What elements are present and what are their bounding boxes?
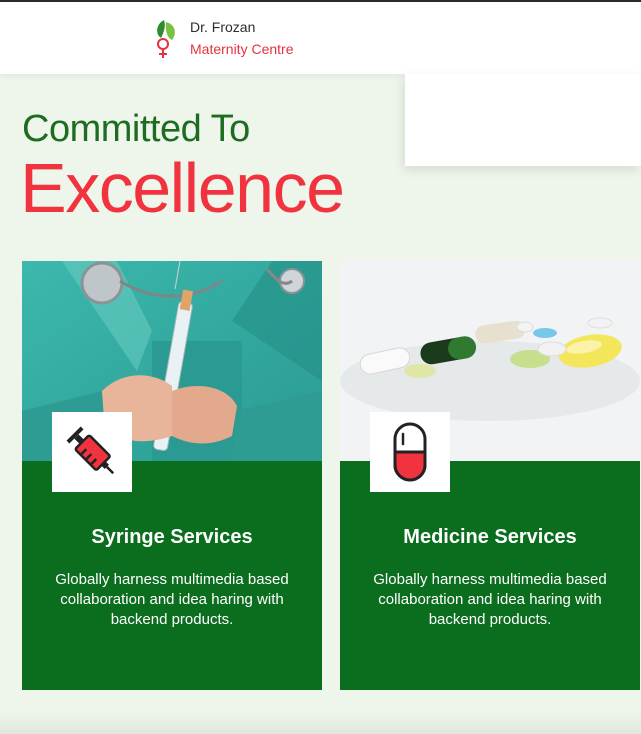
hero-heading-top: Committed To bbox=[22, 108, 250, 150]
section-divider bbox=[0, 712, 641, 734]
service-title: Medicine Services bbox=[403, 526, 577, 548]
capsule-icon-box bbox=[370, 412, 450, 492]
service-card-medicine[interactable]: Medicine Services Globally harness multi… bbox=[340, 261, 640, 690]
syringe-icon bbox=[66, 426, 115, 475]
capsule-icon bbox=[393, 422, 427, 482]
brand-name-line2: Maternity Centre bbox=[190, 41, 294, 57]
syringe-icon-box bbox=[52, 412, 132, 492]
brand-name-line1: Dr. Frozan bbox=[190, 19, 256, 35]
overlay-panel bbox=[405, 74, 641, 166]
hero-heading-main: Excellence bbox=[20, 149, 345, 227]
service-description: Globally harness multimedia based collab… bbox=[373, 571, 607, 628]
leaf-female-symbol-icon bbox=[152, 16, 182, 60]
site-header: Dr. Frozan Maternity Centre bbox=[0, 0, 641, 74]
brand-logo[interactable]: Dr. Frozan Maternity Centre bbox=[152, 16, 293, 60]
service-description: Globally harness multimedia based collab… bbox=[55, 571, 289, 628]
brand-name: Dr. Frozan Maternity Centre bbox=[190, 16, 293, 60]
service-card-syringe[interactable]: Syringe Services Globally harness multim… bbox=[22, 261, 322, 690]
service-title: Syringe Services bbox=[91, 526, 253, 548]
